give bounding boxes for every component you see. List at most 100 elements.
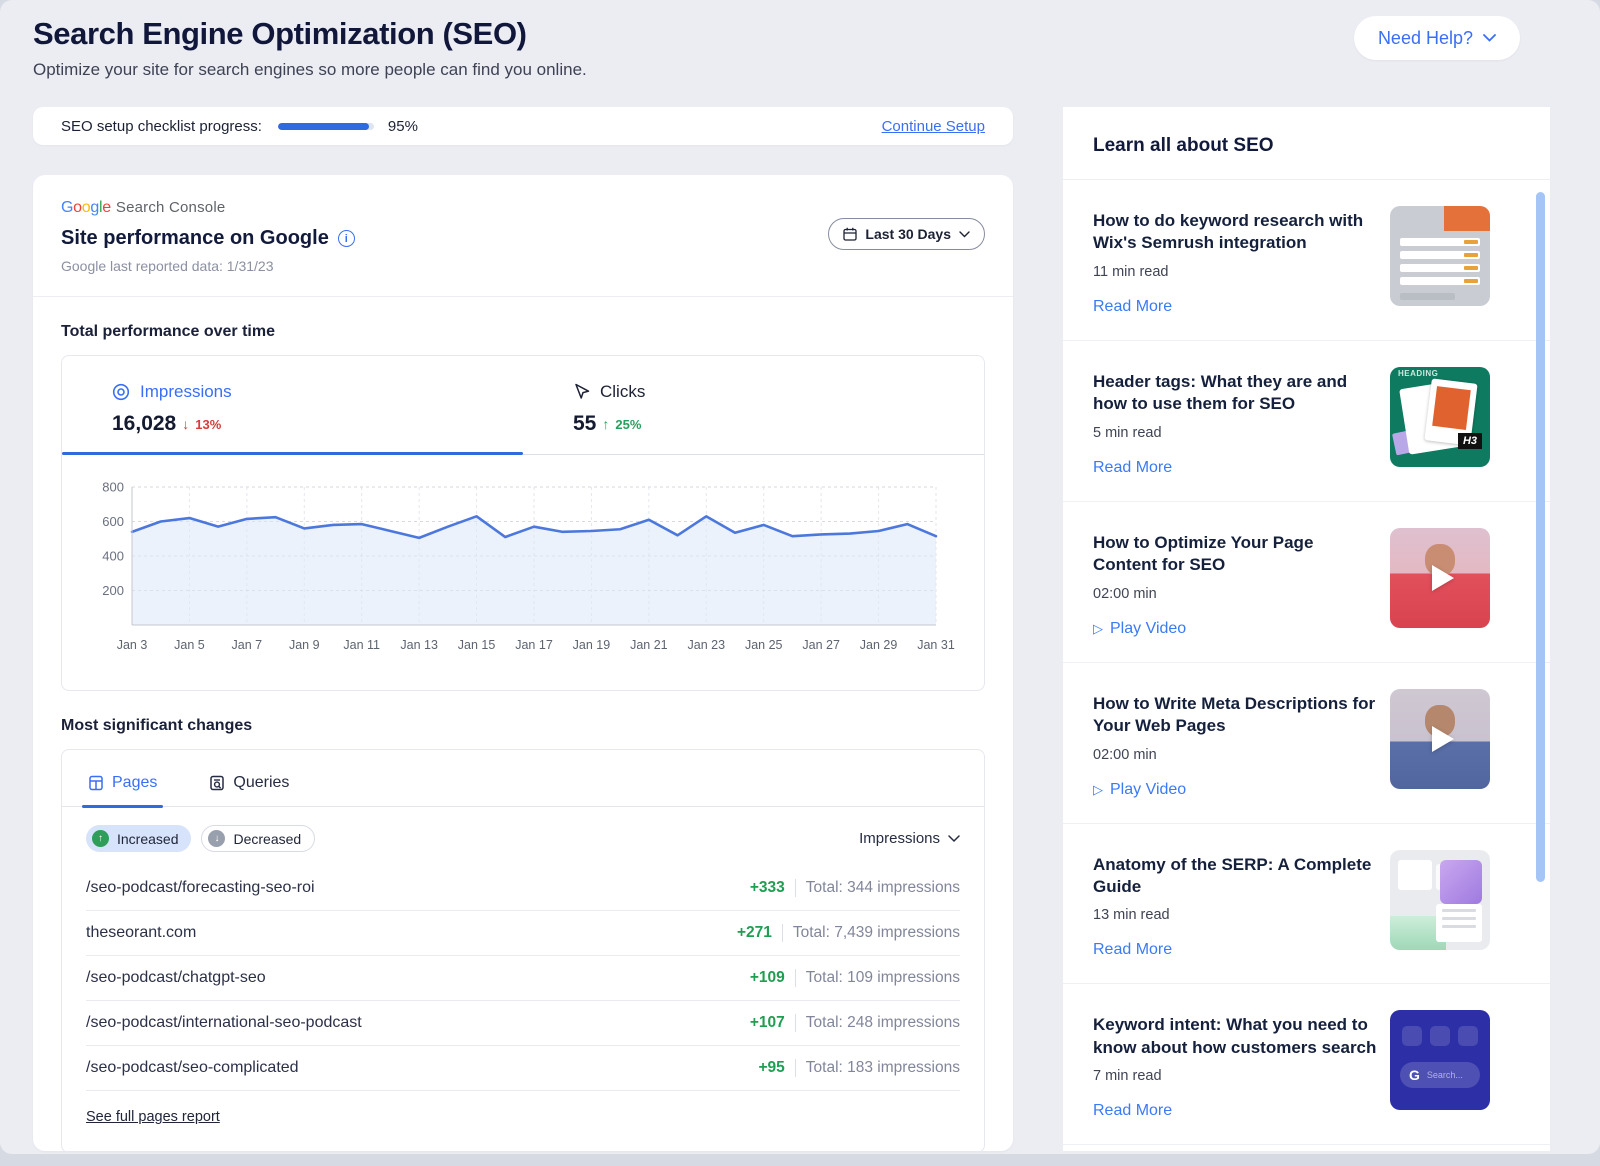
- main-column: SEO setup checklist progress: 95% Contin…: [33, 107, 1013, 1151]
- table-row[interactable]: theseorant.com +271 Total: 7,439 impress…: [86, 911, 960, 956]
- change-value: +95: [758, 1059, 784, 1077]
- continue-setup-link[interactable]: Continue Setup: [882, 118, 985, 135]
- svg-text:Jan 31: Jan 31: [917, 638, 955, 652]
- impressions-label: Impressions: [140, 382, 232, 402]
- read-more-link[interactable]: Read More: [1093, 1102, 1380, 1120]
- table-row[interactable]: /seo-podcast/chatgpt-seo +109 Total: 109…: [86, 956, 960, 1001]
- checklist-progress-percent: 95%: [388, 118, 418, 135]
- google-search-console-logo: GoogleSearch Console: [61, 199, 985, 217]
- clicks-label: Clicks: [600, 382, 645, 402]
- list-item[interactable]: How to Optimize Your Page Content for SE…: [1063, 502, 1550, 663]
- tab-queries-label: Queries: [233, 774, 289, 792]
- checklist-progress-bar: [278, 123, 374, 130]
- chart-wrap: 200400600800Jan 3Jan 5Jan 7Jan 9Jan 11Ja…: [62, 455, 984, 690]
- article-meta: 13 min read: [1093, 907, 1380, 923]
- svg-text:Jan 5: Jan 5: [174, 638, 205, 652]
- changes-section-title: Most significant changes: [33, 691, 1013, 749]
- decrease-arrow-icon: ↓: [208, 830, 225, 847]
- date-range-label: Last 30 Days: [865, 226, 951, 242]
- divider: [782, 924, 783, 942]
- page-url: /seo-podcast/forecasting-seo-roi: [86, 879, 750, 897]
- page-title: Search Engine Optimization (SEO): [33, 16, 587, 52]
- article-meta: 5 min read: [1093, 425, 1380, 441]
- filter-increased[interactable]: ↑ Increased: [86, 825, 191, 852]
- divider: [795, 969, 796, 987]
- list-item[interactable]: Keyword intent: What you need to know ab…: [1063, 984, 1550, 1145]
- svg-text:Jan 15: Jan 15: [458, 638, 496, 652]
- video-thumbnail[interactable]: [1390, 528, 1490, 628]
- play-video-label: Play Video: [1110, 781, 1186, 799]
- table-row[interactable]: /seo-podcast/international-seo-podcast +…: [86, 1001, 960, 1046]
- checklist-progress-fill: [278, 123, 369, 130]
- article-thumbnail: [1390, 850, 1490, 950]
- clicks-change: 25%: [615, 417, 641, 432]
- table-row[interactable]: /seo-podcast/seo-complicated +95 Total: …: [86, 1046, 960, 1091]
- list-item[interactable]: How to do keyword research with Wix's Se…: [1063, 180, 1550, 341]
- impressions-metric-tab[interactable]: Impressions 16,028 ↓ 13%: [62, 382, 523, 436]
- sort-dropdown[interactable]: Impressions: [859, 830, 960, 847]
- scrollbar-thumb[interactable]: [1536, 192, 1545, 882]
- svg-text:Jan 13: Jan 13: [400, 638, 438, 652]
- svg-text:Jan 7: Jan 7: [232, 638, 263, 652]
- svg-text:400: 400: [102, 549, 124, 564]
- tab-pages[interactable]: Pages: [82, 774, 163, 806]
- see-full-pages-report-link[interactable]: See full pages report: [86, 1109, 220, 1125]
- read-more-link[interactable]: Read More: [1093, 459, 1380, 477]
- learn-panel-title: Learn all about SEO: [1063, 107, 1550, 180]
- read-more-link[interactable]: Read More: [1093, 941, 1380, 959]
- sidebar-column: Learn all about SEO How to do keyword re…: [1063, 107, 1550, 1151]
- site-performance-title: Site performance on Google: [61, 227, 329, 250]
- last-reported-text: Google last reported data: 1/31/23: [61, 258, 985, 274]
- article-title: Keyword intent: What you need to know ab…: [1093, 1014, 1380, 1059]
- performance-chart-card: Impressions 16,028 ↓ 13% Clicks: [61, 355, 985, 691]
- tab-queries[interactable]: Queries: [203, 774, 295, 806]
- increase-arrow-icon: ↑: [92, 830, 109, 847]
- play-video-link[interactable]: ▷ Play Video: [1093, 781, 1380, 799]
- page-header: Search Engine Optimization (SEO) Optimiz…: [0, 0, 1600, 80]
- read-more-label: Read More: [1093, 298, 1172, 316]
- article-title: How to do keyword research with Wix's Se…: [1093, 210, 1380, 255]
- impressions-change: 13%: [195, 417, 221, 432]
- play-video-link[interactable]: ▷Play Video: [1093, 620, 1380, 638]
- read-more-label: Read More: [1093, 459, 1172, 477]
- article-meta: 7 min read: [1093, 1068, 1380, 1084]
- table-row[interactable]: /seo-podcast/forecasting-seo-roi +333 To…: [86, 866, 960, 911]
- article-title: Anatomy of the SERP: A Complete Guide: [1093, 854, 1380, 899]
- impressions-icon: [112, 383, 130, 401]
- divider: [795, 1014, 796, 1032]
- change-value: +109: [750, 969, 785, 987]
- date-range-dropdown[interactable]: Last 30 Days: [828, 218, 985, 250]
- article-thumbnail: [1390, 206, 1490, 306]
- svg-text:Jan 19: Jan 19: [573, 638, 611, 652]
- filter-decreased[interactable]: ↓ Decreased: [201, 825, 315, 852]
- page-url: /seo-podcast/seo-complicated: [86, 1059, 758, 1077]
- page-url: /seo-podcast/international-seo-podcast: [86, 1014, 750, 1032]
- list-item[interactable]: Anatomy of the SERP: A Complete Guide 13…: [1063, 824, 1550, 985]
- calendar-icon: [843, 227, 857, 241]
- clicks-cursor-icon: [573, 383, 590, 401]
- info-icon[interactable]: i: [338, 230, 355, 247]
- article-thumbnail: G Search...: [1390, 1010, 1490, 1110]
- list-item[interactable]: Header tags: What they are and how to us…: [1063, 341, 1550, 502]
- svg-text:200: 200: [102, 583, 124, 598]
- change-value: +107: [750, 1014, 785, 1032]
- read-more-link[interactable]: Read More: [1093, 298, 1380, 316]
- page-subtitle: Optimize your site for search engines so…: [33, 60, 587, 80]
- down-arrow-icon: ↓: [182, 416, 189, 432]
- article-meta: 11 min read: [1093, 264, 1380, 280]
- list-item[interactable]: How to Write Meta Descriptions for Your …: [1063, 663, 1550, 824]
- h3-badge: H3: [1458, 433, 1482, 449]
- play-overlay-icon: [1432, 726, 1454, 752]
- play-icon: ▷: [1093, 782, 1103, 798]
- search-console-label: Search Console: [116, 199, 226, 216]
- video-thumbnail[interactable]: [1390, 689, 1490, 789]
- filter-decreased-label: Decreased: [233, 831, 301, 847]
- svg-text:Jan 9: Jan 9: [289, 638, 320, 652]
- need-help-button[interactable]: Need Help?: [1354, 16, 1520, 60]
- filter-chips-row: ↑ Increased ↓ Decreased Impressions: [62, 807, 984, 866]
- thumbnail-text: HEADING: [1398, 369, 1438, 378]
- svg-text:Jan 17: Jan 17: [515, 638, 553, 652]
- google-logo-letter: G: [61, 199, 73, 216]
- svg-text:Jan 25: Jan 25: [745, 638, 783, 652]
- clicks-metric-tab[interactable]: Clicks 55 ↑ 25%: [523, 382, 984, 436]
